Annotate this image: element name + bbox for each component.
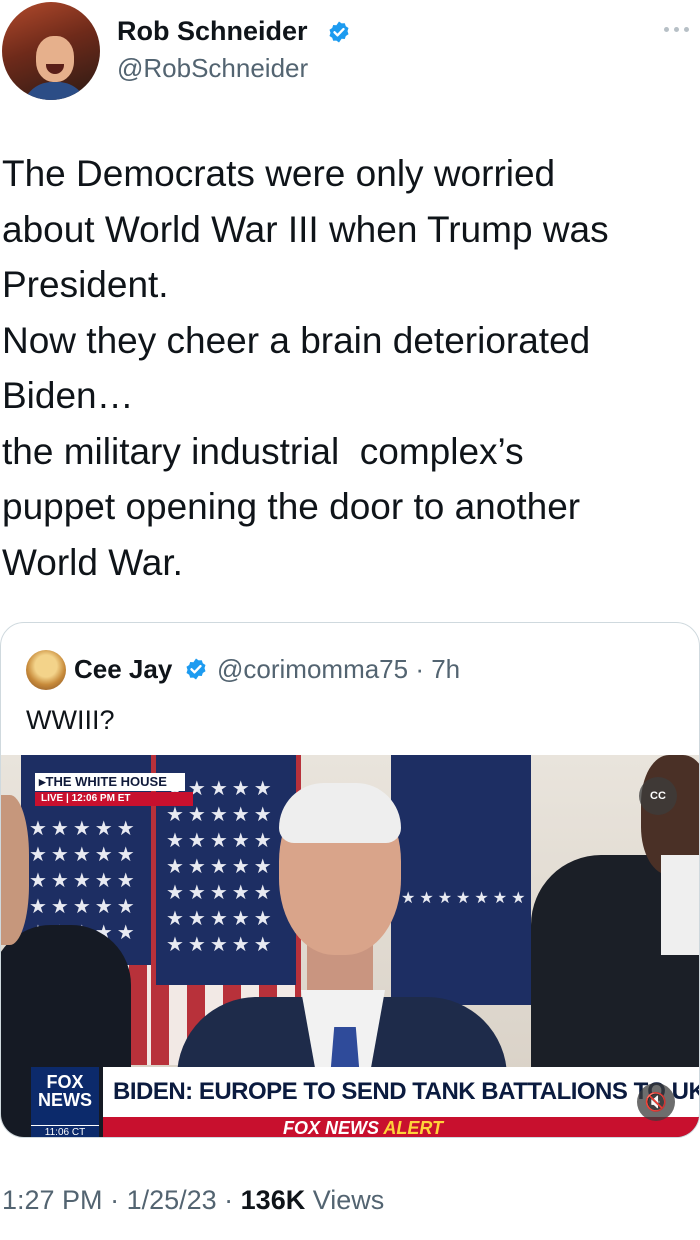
- views-label: Views: [312, 1185, 385, 1215]
- fox-news-logo: FOX NEWS: [31, 1067, 99, 1125]
- speaker-hair: [279, 783, 401, 843]
- tweet-metadata: 1:27 PM · 1/25/23 · 136K Views: [2, 1185, 384, 1216]
- quoted-author-handle-time: @corimomma75 · 7h: [217, 654, 461, 684]
- quoted-author-display-name: Cee Jay: [74, 654, 173, 684]
- flag-right-blue: [391, 755, 531, 1005]
- avatar-shirt: [22, 82, 88, 100]
- quoted-verified-badge-icon: [186, 658, 206, 680]
- bug-live: LIVE | 12:06 PM ET: [35, 792, 193, 806]
- quoted-tweet-card[interactable]: Cee Jay @corimomma75 · 7h WWIII? ★★★★★ ★…: [0, 622, 700, 1138]
- fox-news-time: 11:06 CT: [31, 1125, 99, 1137]
- quoted-tweet-text: WWIII?: [26, 705, 115, 735]
- meta-separator-2: ·: [216, 1185, 241, 1215]
- avatar-face: [36, 36, 74, 82]
- more-options-icon[interactable]: [664, 22, 694, 36]
- views-count: 136K: [240, 1185, 306, 1215]
- author-avatar[interactable]: [2, 2, 100, 100]
- news-alert-bar: FOX NEWS ALERT: [103, 1117, 699, 1138]
- news-alert-text: FOX NEWS ALERT: [283, 1117, 444, 1138]
- alert-prefix: FOX NEWS: [283, 1118, 384, 1138]
- quoted-author-avatar: [26, 650, 66, 690]
- news-headline: BIDEN: EUROPE TO SEND TANK BATTALIONS TO…: [103, 1067, 699, 1117]
- tweet-time[interactable]: 1:27 PM: [2, 1185, 103, 1215]
- right-person-shirt: [661, 855, 699, 955]
- verified-badge-icon: [329, 21, 349, 43]
- tweet-date[interactable]: 1/25/23: [127, 1185, 217, 1215]
- alert-word: ALERT: [383, 1118, 444, 1138]
- meta-separator: ·: [102, 1185, 127, 1215]
- author-display-name[interactable]: Rob Schneider: [117, 16, 308, 47]
- news-lower-third: FOX NEWS 11:06 CT BIDEN: EUROPE TO SEND …: [1, 1065, 699, 1138]
- author-handle[interactable]: @RobSchneider: [117, 53, 308, 84]
- bug-title: ▸THE WHITE HOUSE: [35, 773, 185, 791]
- quoted-video-player[interactable]: ★★★★★ ★★★★★ ★★★★★ ★★★★★ ★★★★★ ★★★★★ ★★★★…: [1, 755, 699, 1138]
- flag-right-stars: ★★★★★★★: [401, 888, 530, 907]
- tweet-header: Rob Schneider @RobSchneider: [0, 0, 700, 110]
- mute-icon[interactable]: 🔇: [637, 1083, 675, 1121]
- closed-captions-icon[interactable]: CC: [639, 777, 677, 815]
- white-house-bug: ▸THE WHITE HOUSE LIVE | 12:06 PM ET: [35, 773, 193, 807]
- tweet-text: The Democrats were only worried about Wo…: [2, 153, 609, 583]
